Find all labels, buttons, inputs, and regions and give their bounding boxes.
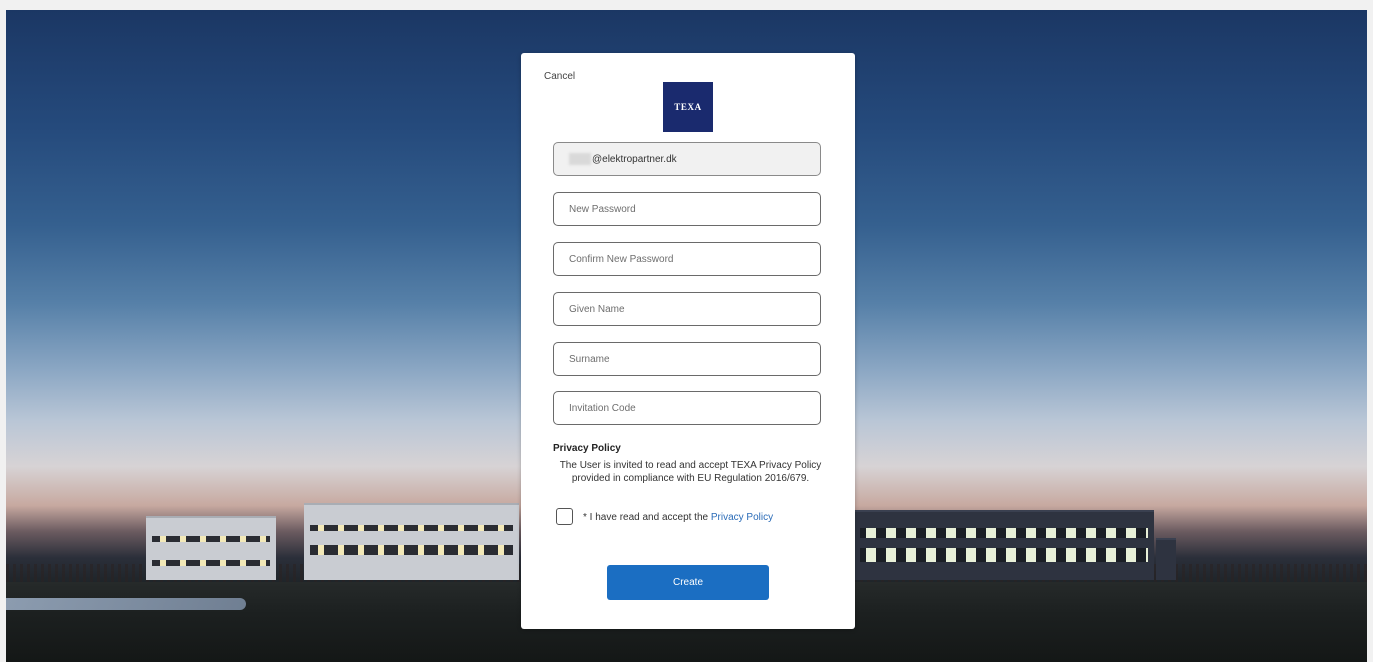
privacy-accept-label: * I have read and accept the Privacy Pol… [583,512,773,523]
pond [6,598,246,610]
confirm-password-input[interactable] [553,242,821,276]
building-left-2 [304,503,519,580]
create-button[interactable]: Create [607,565,769,600]
privacy-policy-heading: Privacy Policy [553,443,621,454]
privacy-accept-text: * I have read and accept the [583,512,709,523]
privacy-policy-link[interactable]: Privacy Policy [711,512,773,523]
building-right-1 [854,510,1154,580]
surname-input[interactable] [553,342,821,376]
new-password-input[interactable] [553,192,821,226]
building-left-1 [146,516,276,580]
building-right-2 [1156,538,1176,580]
logo-text: TEXA [674,102,702,112]
texa-logo: TEXA [663,82,713,132]
email-value: @elektropartner.dk [592,153,677,165]
cancel-button[interactable]: Cancel [544,71,575,82]
email-field: @elektropartner.dk [553,142,821,176]
redacted-email-prefix [569,153,591,165]
invitation-code-input[interactable] [553,391,821,425]
privacy-policy-text: The User is invited to read and accept T… [559,460,822,484]
given-name-input[interactable] [553,292,821,326]
signup-card: Cancel TEXA @elektropartner.dk Privacy P… [521,53,855,629]
privacy-accept-checkbox[interactable] [556,508,573,525]
